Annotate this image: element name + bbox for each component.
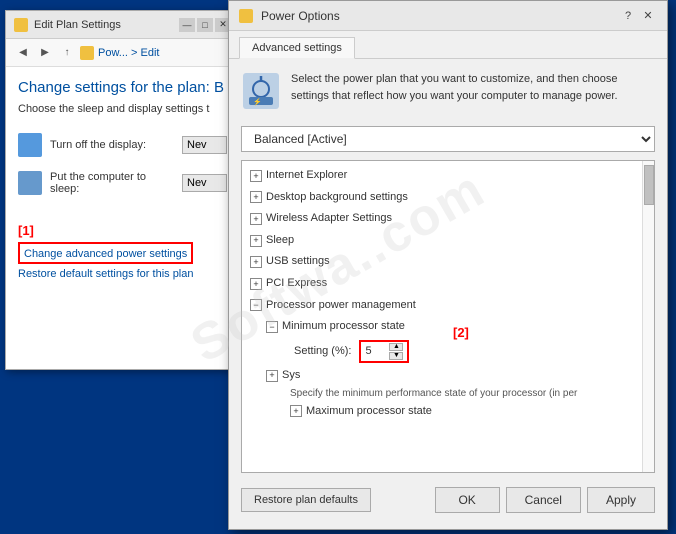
- edit-plan-window: Edit Plan Settings — □ ✕ ◀ ▶ ↑ Pow... > …: [5, 10, 240, 370]
- dialog-footer: Restore plan defaults OK Cancel Apply: [241, 479, 655, 517]
- processor-expand[interactable]: −: [250, 299, 262, 311]
- wireless-label: Wireless Adapter Settings: [266, 210, 392, 228]
- change-advanced-link-container[interactable]: Change advanced power settings: [18, 242, 193, 264]
- tree-item-ie[interactable]: + Internet Explorer: [246, 165, 638, 187]
- change-advanced-link[interactable]: Change advanced power settings: [24, 248, 187, 260]
- scrollbar[interactable]: [642, 161, 654, 472]
- setting-input-row: Setting (%): 5 ▲ ▼: [290, 338, 638, 365]
- tree-item-desktop[interactable]: + Desktop background settings: [246, 187, 638, 209]
- tree-item-usb[interactable]: + USB settings: [246, 251, 638, 273]
- ok-button[interactable]: OK: [435, 487, 500, 513]
- plan-dropdown-row: Balanced [Active]: [241, 126, 655, 152]
- dialog-win-controls: ? ✕: [619, 7, 657, 25]
- back-button[interactable]: ◀: [14, 44, 32, 62]
- processor-label: Processor power management: [266, 297, 416, 315]
- setting-spinner: 5 ▲ ▼: [359, 340, 409, 363]
- label1: [1]: [18, 223, 227, 238]
- spinner-controls: ▲ ▼: [389, 343, 403, 360]
- ie-label: Internet Explorer: [266, 167, 347, 185]
- plan-subtext: Choose the sleep and display settings t: [18, 102, 227, 117]
- monitor-icon: [18, 133, 42, 157]
- restore-default-link[interactable]: Restore default settings for this plan: [18, 268, 227, 280]
- dialog-titlebar: Power Options ? ✕: [229, 1, 667, 31]
- dialog-action-buttons: OK Cancel Apply: [435, 487, 655, 513]
- help-button[interactable]: ?: [619, 7, 637, 25]
- tree-item-wireless[interactable]: + Wireless Adapter Settings: [246, 208, 638, 230]
- tree-item-sleep[interactable]: + Sleep: [246, 230, 638, 252]
- sleep-icon: [18, 171, 42, 195]
- advanced-settings-tab[interactable]: Advanced settings: [239, 37, 355, 59]
- up-button[interactable]: ↑: [58, 44, 76, 62]
- plan-dropdown[interactable]: Balanced [Active]: [241, 126, 655, 152]
- dialog-close-button[interactable]: ✕: [639, 7, 657, 25]
- svg-text:⚡: ⚡: [253, 97, 262, 106]
- settings-tree: + Internet Explorer + Desktop background…: [242, 161, 642, 472]
- minstate-label: Minimum processor state: [282, 318, 405, 336]
- wireless-expand[interactable]: +: [250, 213, 262, 225]
- usb-expand[interactable]: +: [250, 256, 262, 268]
- breadcrumb: Pow... > Edit: [98, 47, 159, 59]
- scrollbar-thumb[interactable]: [644, 165, 654, 205]
- label2-marker: [2]: [453, 325, 469, 340]
- dialog-tab-bar: Advanced settings: [229, 31, 667, 59]
- minstate-expand[interactable]: −: [266, 321, 278, 333]
- pci-expand[interactable]: +: [250, 278, 262, 290]
- tree-item-minstate[interactable]: − Minimum processor state: [262, 316, 638, 338]
- specify-text: Specify the minimum performance state of…: [290, 388, 638, 399]
- sleep-dropdown[interactable]: Nev: [182, 174, 227, 192]
- edit-plan-win-controls: — □ ✕: [179, 18, 231, 32]
- edit-plan-toolbar: ◀ ▶ ↑ Pow... > Edit: [6, 39, 239, 67]
- toolbar-icon: [80, 46, 94, 60]
- dialog-info-text: Select the power plan that you want to c…: [291, 71, 655, 114]
- desktop-expand[interactable]: +: [250, 191, 262, 203]
- dialog-icon-area: ⚡: [241, 71, 281, 114]
- restore-plan-button[interactable]: Restore plan defaults: [241, 488, 371, 512]
- spinner-up-button[interactable]: ▲: [389, 343, 403, 351]
- dialog-power-icon: [239, 9, 253, 23]
- maxstate-expand[interactable]: +: [290, 405, 302, 417]
- ie-expand[interactable]: +: [250, 170, 262, 182]
- tree-item-sys[interactable]: + Sys: [262, 365, 638, 387]
- tree-item-pci[interactable]: + PCI Express: [246, 273, 638, 295]
- desktop-label: Desktop background settings: [266, 189, 408, 207]
- pci-label: PCI Express: [266, 275, 327, 293]
- maxstate-label: Maximum processor state: [306, 405, 432, 417]
- sleep-setting-row: Put the computer to sleep: Nev: [18, 171, 227, 195]
- sys-expand[interactable]: +: [266, 370, 278, 382]
- forward-button[interactable]: ▶: [36, 44, 54, 62]
- sleep-label: Put the computer to sleep:: [50, 171, 174, 195]
- display-label: Turn off the display:: [50, 139, 174, 151]
- minimize-button[interactable]: —: [179, 18, 195, 32]
- usb-label: USB settings: [266, 253, 330, 271]
- link-section: [1] Change advanced power settings Resto…: [18, 215, 227, 280]
- dialog-body: ⚡ Select the power plan that you want to…: [229, 59, 667, 529]
- dialog-title: Power Options: [261, 9, 611, 23]
- spinner-down-button[interactable]: ▼: [389, 352, 403, 360]
- power-options-dialog: Power Options ? ✕ Advanced settings ⚡ Se…: [228, 0, 668, 530]
- settings-tree-container: + Internet Explorer + Desktop background…: [241, 160, 655, 473]
- apply-button[interactable]: Apply: [587, 487, 655, 513]
- sleep-expand[interactable]: +: [250, 235, 262, 247]
- display-setting-row: Turn off the display: Nev: [18, 133, 227, 157]
- sys-label: Sys: [282, 367, 300, 385]
- tree-item-maxstate[interactable]: + Maximum processor state: [286, 403, 638, 419]
- cancel-button[interactable]: Cancel: [506, 487, 581, 513]
- sleep-tree-label: Sleep: [266, 232, 294, 250]
- plan-heading: Change settings for the plan: B: [18, 79, 227, 96]
- tree-item-processor[interactable]: − Processor power management: [246, 295, 638, 317]
- dialog-info-row: ⚡ Select the power plan that you want to…: [241, 71, 655, 114]
- edit-plan-titlebar: Edit Plan Settings — □ ✕: [6, 11, 239, 39]
- display-dropdown[interactable]: Nev: [182, 136, 227, 154]
- spinner-value: 5: [365, 345, 385, 357]
- edit-plan-content: Change settings for the plan: B Choose t…: [6, 67, 239, 369]
- edit-plan-icon: [14, 18, 28, 32]
- edit-plan-title: Edit Plan Settings: [34, 19, 173, 31]
- maximize-button[interactable]: □: [197, 18, 213, 32]
- setting-input-label: Setting (%):: [294, 345, 351, 357]
- power-options-icon: ⚡: [241, 71, 281, 111]
